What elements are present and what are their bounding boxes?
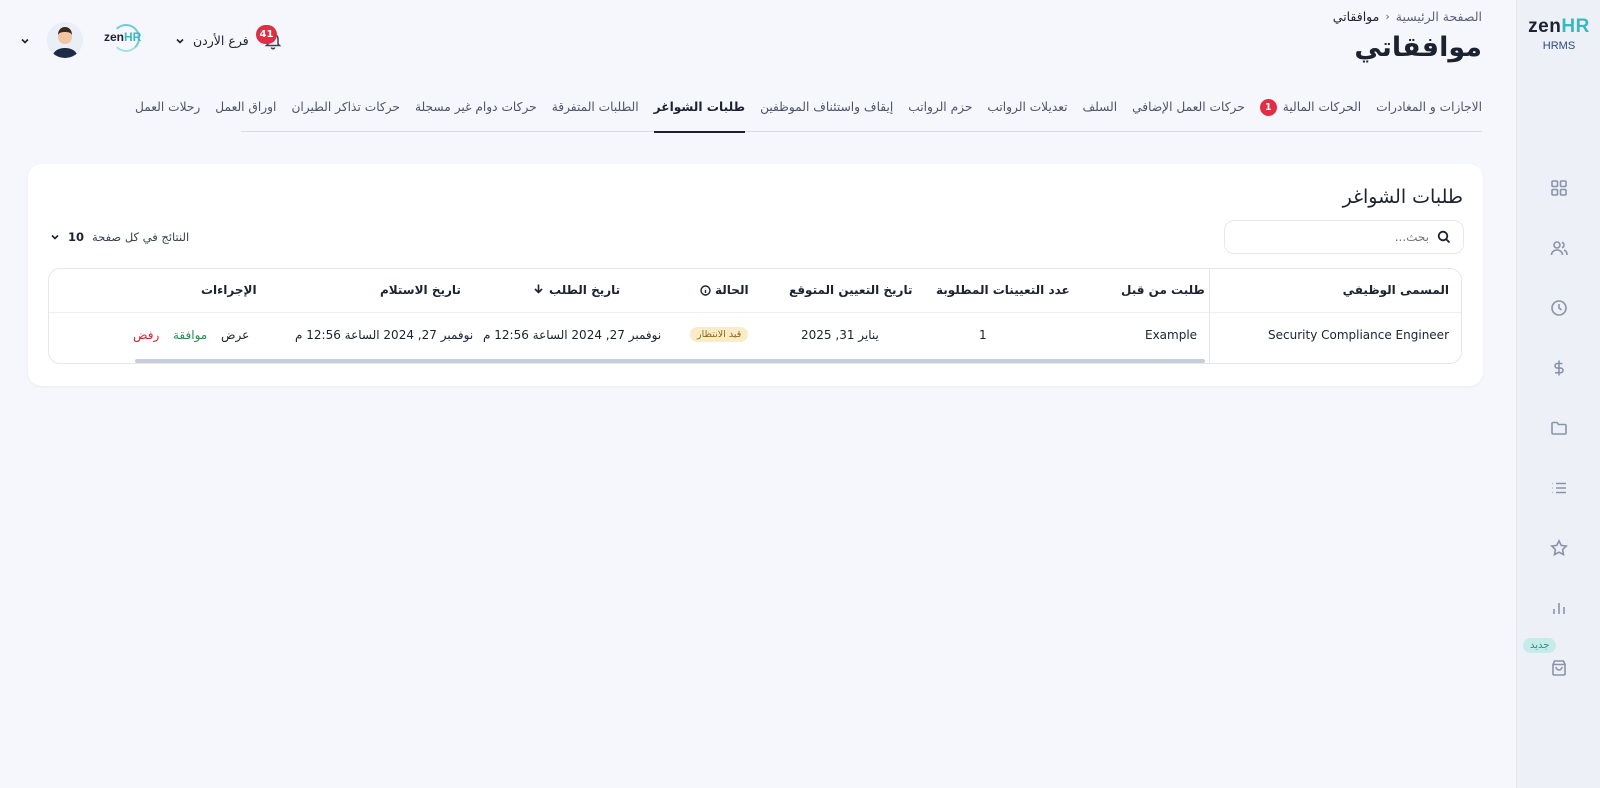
chevron-down-icon (175, 36, 185, 46)
notification-count-badge: 41 (256, 25, 277, 44)
star-icon[interactable] (1548, 537, 1570, 559)
cell-expected-date: يناير 31, 2025 (801, 328, 879, 342)
tab-salary-adjustments[interactable]: تعديلات الرواتب (987, 96, 1067, 132)
tab-label: الطلبات المتفرقة (551, 100, 639, 114)
col-openings[interactable]: عدد التعيينات المطلوبة (936, 283, 1070, 297)
horizontal-scrollbar[interactable] (135, 359, 1205, 363)
tab-flight-tickets[interactable]: حركات تذاكر الطيران (291, 96, 400, 132)
per-page-label: النتائج في كل صفحة (92, 230, 190, 244)
cell-received-date: نوفمبر 27, 2024 الساعة 12:56 م (295, 328, 474, 342)
cell-requested-by: Example (1145, 328, 1198, 342)
view-button[interactable]: عرض (221, 328, 249, 342)
cell-job-title: Security Compliance Engineer (1268, 328, 1449, 342)
tab-label: تعديلات الرواتب (987, 100, 1068, 114)
col-expected-date[interactable]: تاريخ التعيين المتوقع (789, 283, 912, 297)
page-title: موافقاتي (1354, 32, 1482, 63)
info-icon[interactable] (700, 284, 711, 296)
tab-label: اوراق العمل (215, 100, 277, 114)
tab-misc-requests[interactable]: الطلبات المتفرقة (552, 96, 639, 132)
approve-button[interactable]: موافقة (173, 328, 207, 342)
col-received-date[interactable]: تاريخ الاستلام (380, 283, 461, 297)
tab-suspension[interactable]: إيقاف واستئناف الموظفين (760, 96, 893, 132)
col-job-title[interactable]: المسمى الوظيفي (1343, 283, 1449, 297)
tab-leaves[interactable]: الاجازات و المغادرات (1376, 96, 1482, 132)
tab-label: رحلات العمل (135, 100, 201, 114)
clock-icon[interactable] (1548, 297, 1570, 319)
tab-overtime[interactable]: حركات العمل الإضافي (1132, 96, 1245, 132)
dollar-icon[interactable] (1548, 357, 1570, 379)
tab-work-papers[interactable]: اوراق العمل (215, 96, 276, 132)
search-icon (1437, 230, 1451, 244)
dashboard-icon[interactable] (1548, 177, 1570, 199)
tab-label: حزم الرواتب (908, 100, 973, 114)
company-logo-ring (112, 24, 140, 52)
tab-label: الحركات المالية (1282, 100, 1362, 114)
per-page-selector[interactable]: النتائج في كل صفحة 10 (50, 230, 189, 244)
col-request-date-label: تاريخ الطلب (549, 283, 621, 297)
breadcrumb-current: موافقاتي (1332, 9, 1380, 24)
vacancy-requests-card: طلبات الشواغر النتائج في كل صفحة 10 المس… (28, 164, 1483, 386)
tab-label: حركات العمل الإضافي (1132, 100, 1245, 114)
requests-table: المسمى الوظيفي طلبت من قبل Example عدد ا… (48, 268, 1462, 364)
tab-label: حركات دوام غير مسجلة (414, 100, 537, 114)
tab-salary-packages[interactable]: حزم الرواتب (908, 96, 972, 132)
avatar[interactable] (47, 22, 83, 58)
bag-icon[interactable] (1548, 657, 1570, 679)
tab-unrecorded-attendance[interactable]: حركات دوام غير مسجلة (415, 96, 537, 132)
brand-hr-text: HR (1561, 16, 1590, 37)
breadcrumb-home[interactable]: الصفحة الرئيسية (1396, 9, 1482, 24)
card-title: طلبات الشواغر (1342, 186, 1463, 208)
search-box[interactable] (1224, 220, 1464, 254)
tab-label: السلف (1082, 100, 1118, 114)
sticky-column-divider (1209, 269, 1210, 363)
branch-selector[interactable]: فرع الأردن (175, 33, 249, 48)
header-divider (49, 312, 1461, 313)
folder-icon[interactable] (1548, 417, 1570, 439)
bar-chart-icon[interactable] (1548, 597, 1570, 619)
tab-vacancy-requests[interactable]: طلبات الشواغر (653, 96, 746, 133)
chevron-left-icon: ‹ (1385, 10, 1390, 23)
brand-zen-text: zen (1528, 16, 1562, 37)
status-badge: قيد الانتظار (690, 327, 749, 342)
col-status-label: الحالة (715, 283, 749, 297)
tab-label: الاجازات و المغادرات (1376, 100, 1482, 114)
tab-label: طلبات الشواغر (653, 100, 746, 114)
search-input[interactable] (1239, 230, 1429, 244)
tab-label: حركات تذاكر الطيران (291, 100, 400, 114)
cell-request-date: نوفمبر 27, 2024 الساعة 12:56 م (483, 328, 662, 342)
col-request-date[interactable]: تاريخ الطلب (533, 283, 620, 297)
tab-count-badge: 1 (1259, 99, 1277, 116)
tab-financial[interactable]: الحركات المالية 1 (1259, 96, 1362, 132)
user-menu-toggle[interactable] (20, 20, 30, 62)
chevron-down-icon (50, 232, 60, 242)
cell-openings: 1 (979, 328, 987, 342)
tab-loans[interactable]: السلف (1083, 96, 1118, 132)
new-badge: جديد (1523, 638, 1557, 653)
sort-arrow-down-icon[interactable] (533, 283, 544, 297)
brand-logo[interactable]: zenHR HRMS (1517, 16, 1600, 52)
reject-button[interactable]: رفض (133, 328, 159, 342)
users-icon[interactable] (1548, 237, 1570, 259)
col-requested-by[interactable]: طلبت من قبل (1121, 283, 1205, 297)
company-logo[interactable]: zenHR (104, 24, 141, 52)
branch-label: فرع الأردن (193, 33, 249, 48)
col-actions: الإجراءات (201, 283, 257, 297)
chevron-down-icon[interactable] (20, 36, 30, 46)
sidebar: zenHR HRMS جديد (1516, 0, 1600, 788)
brand-subtitle: HRMS (1542, 40, 1576, 52)
per-page-value: 10 (68, 230, 85, 244)
breadcrumb: الصفحة الرئيسية ‹ موافقاتي (1333, 9, 1482, 24)
tabs-bar: الاجازات و المغادرات الحركات المالية 1 حر… (135, 96, 1482, 133)
list-icon[interactable] (1548, 477, 1570, 499)
requested-by-column: طلبت من قبل Example (1049, 269, 1209, 363)
tab-business-trips[interactable]: رحلات العمل (135, 96, 200, 132)
col-status[interactable]: الحالة (700, 283, 749, 297)
tab-label: إيقاف واستئناف الموظفين (760, 100, 894, 114)
